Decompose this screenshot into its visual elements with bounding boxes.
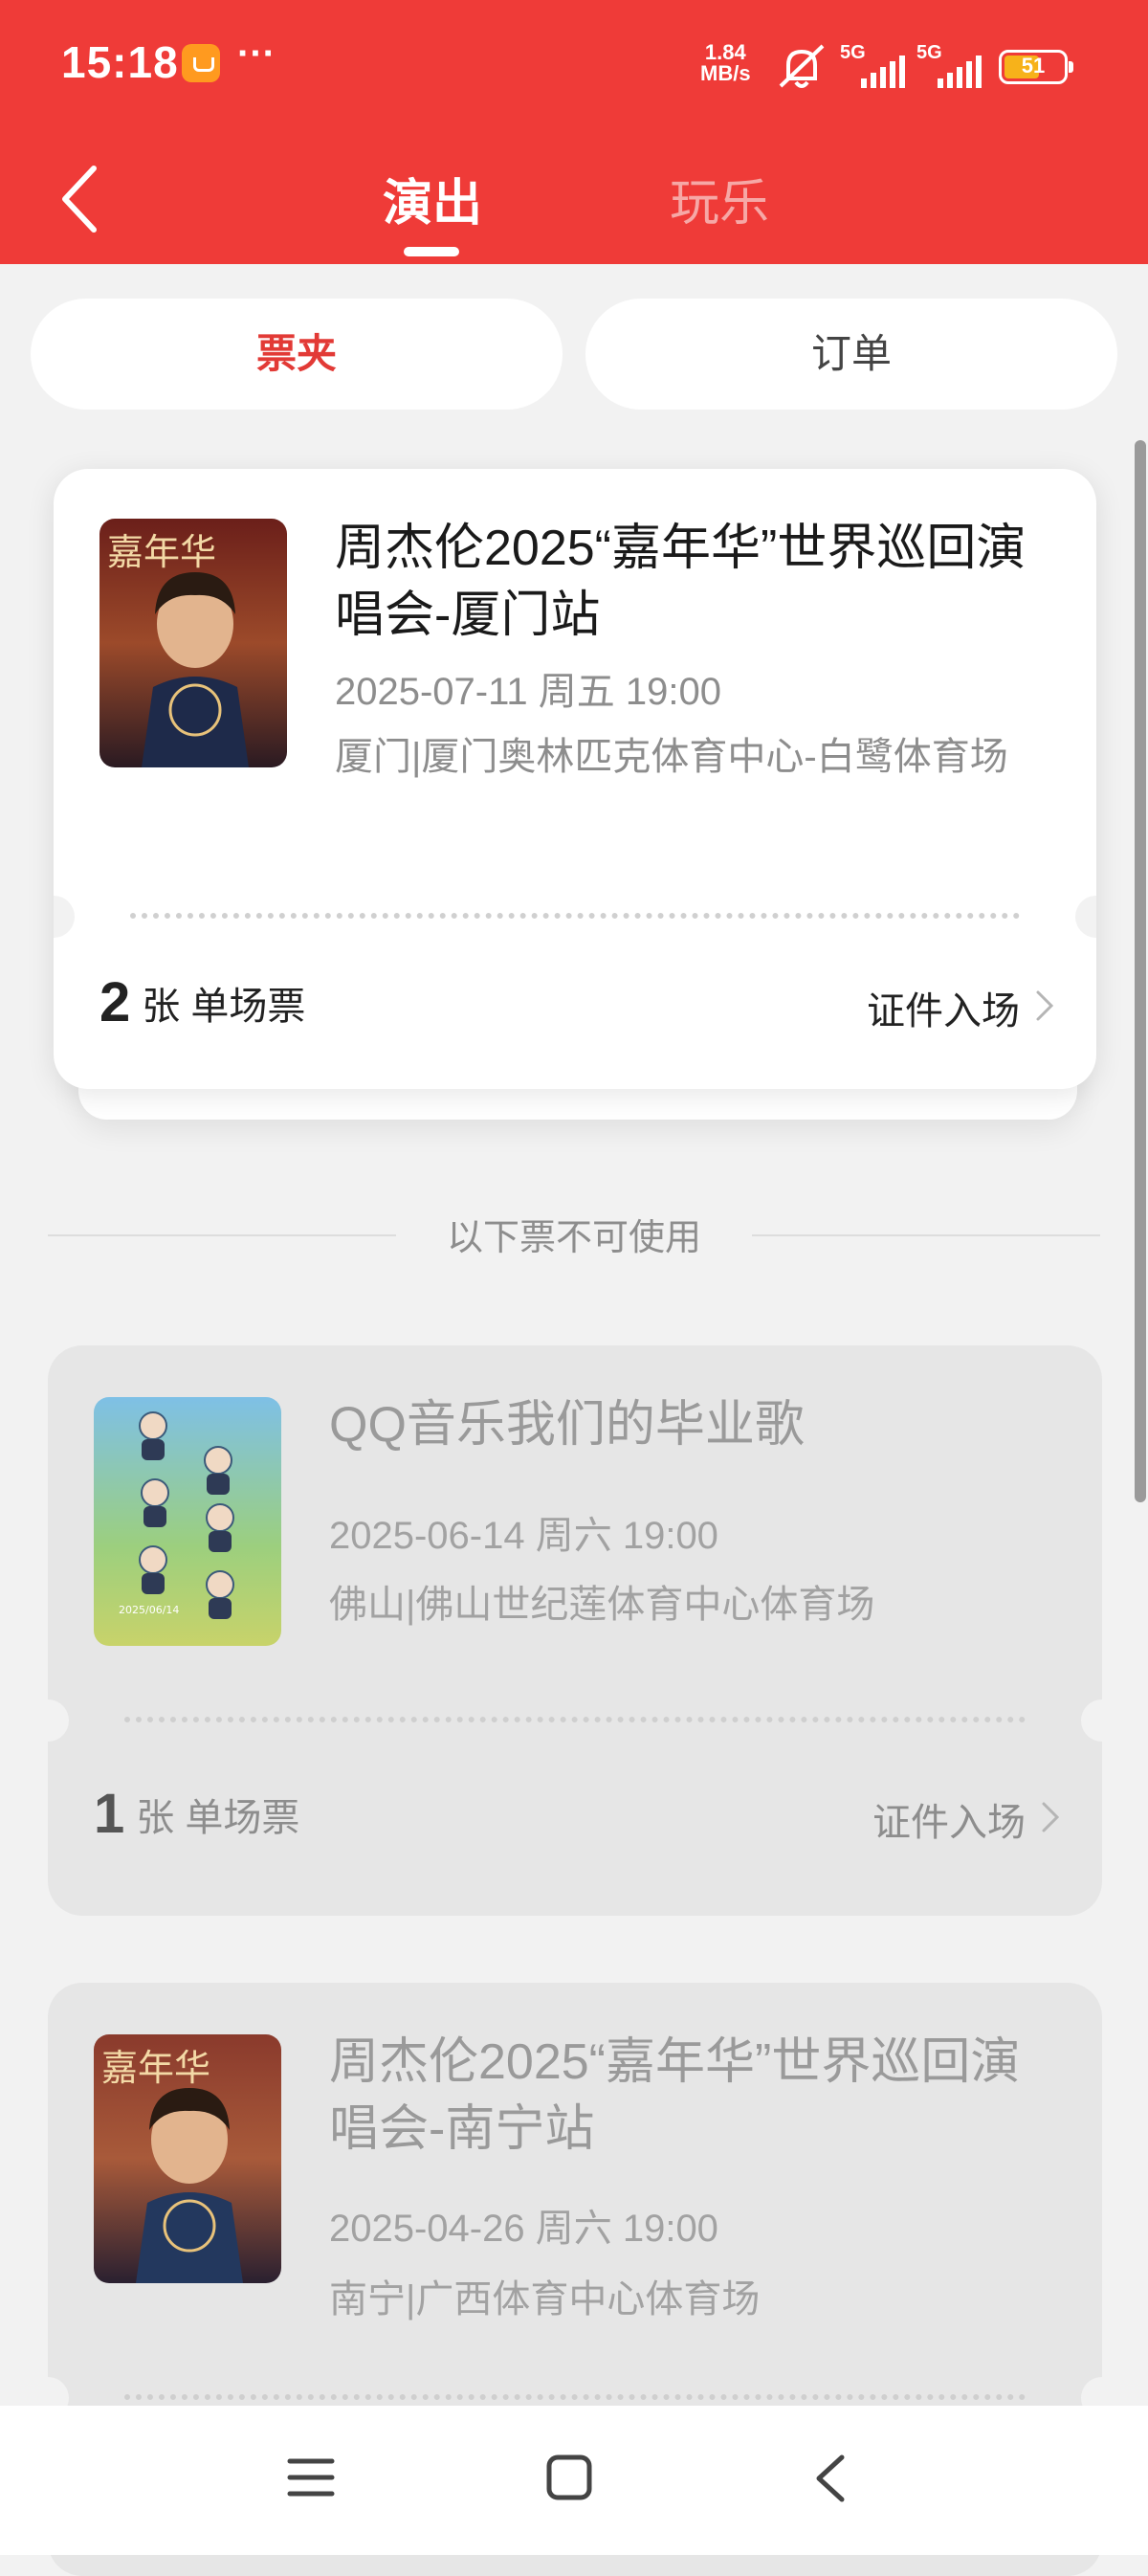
poster-image-carnival: 嘉年华 bbox=[99, 519, 287, 767]
ticket-notch-right bbox=[1075, 896, 1096, 938]
poster-image-graduation: 2025/06/14 bbox=[94, 1397, 281, 1646]
ticket-perforation bbox=[124, 1717, 1026, 1722]
tab-leisure[interactable]: 玩乐 bbox=[670, 163, 769, 234]
ticket-date: 2025-07-11 周五 19:00 bbox=[335, 671, 721, 713]
ticket-quantity-number: 2 bbox=[99, 971, 131, 1033]
bell-off-icon bbox=[779, 44, 825, 88]
menu-icon[interactable] bbox=[285, 2454, 337, 2501]
home-square-icon[interactable] bbox=[545, 2454, 593, 2501]
ticket-title: 周杰伦2025“嘉年华”世界巡回演唱会-南宁站 bbox=[329, 2034, 1021, 2157]
orders-button[interactable]: 订单 bbox=[585, 299, 1117, 410]
ticket-notch-right bbox=[1081, 1699, 1102, 1742]
poster-image-carnival: 嘉年华 bbox=[94, 2034, 281, 2283]
battery-level: 51 bbox=[1021, 54, 1046, 78]
shopping-app-icon bbox=[182, 44, 220, 82]
ticket-notch-left bbox=[48, 1699, 69, 1742]
back-icon[interactable] bbox=[57, 163, 103, 235]
ticket-venue: 南宁|广西体育中心体育场 bbox=[329, 2278, 761, 2321]
signal-2-icon: 5G bbox=[916, 42, 993, 90]
ticket-title: QQ音乐我们的毕业歌 bbox=[329, 1397, 805, 1453]
ticket-card-foshan[interactable]: 2025/06/14 QQ音乐我们的毕业歌 2025-06-14 周六 19:0… bbox=[48, 1345, 1102, 1916]
ticket-date: 2025-06-14 周六 19:00 bbox=[329, 1515, 718, 1557]
net-speed-value: 1.84 bbox=[704, 40, 746, 64]
ticket-card-xiamen[interactable]: 嘉年华 周杰伦2025“嘉年华”世界巡回演唱会-厦门站 2025-07-11 周… bbox=[54, 469, 1096, 1089]
status-bar: 15:18 ··· 1.84 MB/s 5G 5G 51 bbox=[0, 0, 1148, 134]
signal-1-icon: 5G bbox=[840, 42, 916, 90]
ticket-venue: 厦门|厦门奥林匹克体育中心-白鹭体育场 bbox=[335, 736, 1008, 778]
entry-method-link[interactable]: 证件入场 bbox=[867, 980, 1020, 1035]
nav-back-icon[interactable] bbox=[811, 2454, 850, 2503]
active-tab-indicator bbox=[404, 247, 459, 256]
ticket-quantity-unit: 张 单场票 bbox=[142, 985, 306, 1028]
tab-shows[interactable]: 演出 bbox=[383, 163, 482, 234]
divider-line-right bbox=[752, 1234, 1100, 1236]
ticket-title: 周杰伦2025“嘉年华”世界巡回演唱会-厦门站 bbox=[335, 521, 1027, 643]
ticket-wallet-button[interactable]: 票夹 bbox=[31, 299, 563, 410]
ticket-venue: 佛山|佛山世纪莲体育中心体育场 bbox=[329, 1584, 875, 1626]
poster-date-text: 2025/06/14 bbox=[119, 1604, 179, 1616]
ticket-quantity: 1 张 单场票 bbox=[94, 1782, 299, 1846]
ticket-perforation bbox=[130, 913, 1020, 919]
poster-carnival-text: 嘉年华 bbox=[101, 2047, 210, 2089]
ticket-quantity: 2 张 单场票 bbox=[99, 970, 305, 1034]
chevron-right-icon[interactable] bbox=[1041, 1801, 1060, 1833]
ticket-notch-left bbox=[54, 896, 75, 938]
poster-carnival-text: 嘉年华 bbox=[107, 531, 216, 573]
top-nav: 演出 玩乐 bbox=[0, 134, 1148, 264]
battery-icon: 51 bbox=[999, 50, 1073, 84]
header-bar: 15:18 ··· 1.84 MB/s 5G 5G 51 演出 玩乐 bbox=[0, 0, 1148, 264]
more-notifications-icon: ··· bbox=[237, 33, 276, 75]
system-nav-bar bbox=[0, 2406, 1148, 2555]
scrollbar[interactable] bbox=[1135, 440, 1146, 1502]
entry-method-link[interactable]: 证件入场 bbox=[872, 1791, 1026, 1847]
chevron-right-icon[interactable] bbox=[1035, 989, 1054, 1022]
ticket-perforation bbox=[124, 2394, 1026, 2400]
ticket-quantity-number: 1 bbox=[94, 1783, 125, 1845]
ticket-quantity-unit: 张 单场票 bbox=[136, 1796, 300, 1839]
net-speed-unit: MB/s bbox=[700, 61, 751, 85]
status-time: 15:18 bbox=[61, 37, 179, 87]
net-speed: 1.84 MB/s bbox=[700, 42, 751, 84]
ticket-date: 2025-04-26 周六 19:00 bbox=[329, 2208, 718, 2250]
